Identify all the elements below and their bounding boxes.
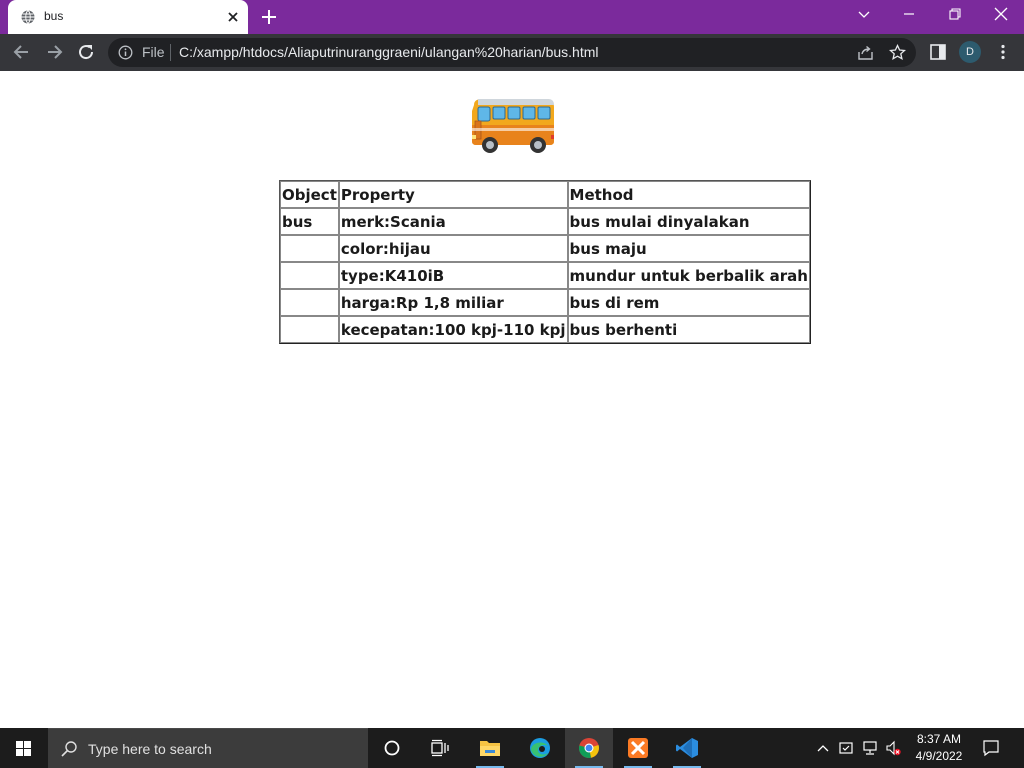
minimize-icon[interactable] [899, 6, 919, 22]
header-object: Object [280, 181, 339, 208]
close-tab-icon[interactable] [226, 10, 240, 24]
network-icon[interactable] [862, 740, 878, 756]
forward-arrow-icon[interactable] [44, 42, 64, 62]
side-panel-icon[interactable] [929, 43, 947, 61]
folder-icon [480, 741, 500, 756]
cell-method: bus di rem [567, 289, 810, 316]
xampp-button[interactable] [614, 728, 662, 768]
search-placeholder: Type here to search [88, 741, 212, 757]
tab-title: bus [44, 9, 64, 23]
edge-browser-icon [530, 738, 550, 758]
security-tray-icon[interactable] [838, 740, 854, 756]
cell-property: type:K410iB [338, 262, 568, 289]
info-icon[interactable] [118, 45, 133, 60]
address-bar[interactable]: File C:/xampp/htdocs/Aliaputrinuranggrae… [108, 38, 916, 67]
speaker-muted-icon[interactable] [885, 740, 901, 756]
vscode-icon [676, 738, 698, 758]
chevron-up-icon[interactable] [815, 740, 831, 756]
table-row: bus merk:Scania bus mulai dinyalakan [280, 208, 810, 235]
vscode-button[interactable] [663, 728, 711, 768]
taskbar-search-box[interactable]: Type here to search [48, 728, 368, 768]
xampp-icon [628, 738, 648, 758]
cell-object [280, 262, 339, 289]
system-clock[interactable]: 8:37 AM 4/9/2022 [908, 731, 970, 765]
share-icon[interactable] [857, 44, 874, 61]
object-table: Object Property Method bus merk:Scania b… [279, 180, 811, 344]
table-row: color:hijau bus maju [280, 235, 810, 262]
cortana-circle-icon [384, 740, 400, 756]
new-tab-plus-icon[interactable] [261, 9, 277, 25]
tab-strip: bus [0, 0, 1024, 34]
profile-avatar[interactable]: D [959, 41, 981, 63]
cortana-button[interactable] [368, 728, 416, 768]
cell-property: kecepatan:100 kpj-110 kpj [338, 316, 568, 343]
cell-property: color:hijau [338, 235, 568, 262]
browser-tab[interactable]: bus [8, 0, 248, 34]
back-arrow-icon[interactable] [12, 42, 32, 62]
cell-method: mundur untuk berbalik arah [567, 262, 810, 289]
table-header-row: Object Property Method [280, 181, 810, 208]
globe-icon [21, 10, 35, 24]
notification-center-icon[interactable] [982, 739, 1000, 757]
address-url[interactable]: C:/xampp/htdocs/Aliaputrinuranggraeni/ul… [179, 44, 598, 60]
cell-method: bus mulai dinyalakan [567, 208, 810, 235]
task-view-icon [431, 739, 449, 757]
table-row: type:K410iB mundur untuk berbalik arah [280, 262, 810, 289]
bookmark-star-icon[interactable] [889, 44, 906, 61]
cell-object: bus [280, 208, 339, 235]
reload-icon[interactable] [76, 42, 96, 62]
clock-date: 4/9/2022 [915, 749, 963, 763]
search-icon [61, 741, 77, 757]
chrome-button[interactable] [565, 728, 613, 768]
close-window-icon[interactable] [991, 6, 1011, 22]
file-explorer-button[interactable] [466, 728, 514, 768]
table-row: harga:Rp 1,8 miliar bus di rem [280, 289, 810, 316]
header-property: Property [338, 181, 568, 208]
page-content: Object Property Method bus merk:Scania b… [0, 71, 1024, 728]
cell-property: harga:Rp 1,8 miliar [338, 289, 568, 316]
task-view-button[interactable] [416, 728, 464, 768]
edge-button[interactable] [516, 728, 564, 768]
kebab-menu-icon[interactable] [994, 43, 1012, 61]
restore-icon[interactable] [945, 6, 965, 22]
taskbar: Type here to search 8:37 AM 4/9/2022 [0, 728, 1024, 768]
cell-object [280, 289, 339, 316]
tab-search-chevron-icon[interactable] [854, 6, 874, 22]
address-divider [170, 44, 171, 61]
windows-start-icon[interactable] [0, 728, 48, 768]
cell-property: merk:Scania [338, 208, 568, 235]
header-method: Method [567, 181, 810, 208]
browser-toolbar: File C:/xampp/htdocs/Aliaputrinuranggrae… [0, 34, 1024, 71]
cell-method: bus maju [567, 235, 810, 262]
cell-object [280, 316, 339, 343]
cell-method: bus berhenti [567, 316, 810, 343]
table-row: kecepatan:100 kpj-110 kpj bus berhenti [280, 316, 810, 343]
bus-icon [472, 99, 554, 153]
clock-time: 8:37 AM [916, 732, 962, 746]
address-file-label: File [142, 44, 165, 60]
cell-object [280, 235, 339, 262]
chrome-browser-icon [578, 738, 599, 759]
